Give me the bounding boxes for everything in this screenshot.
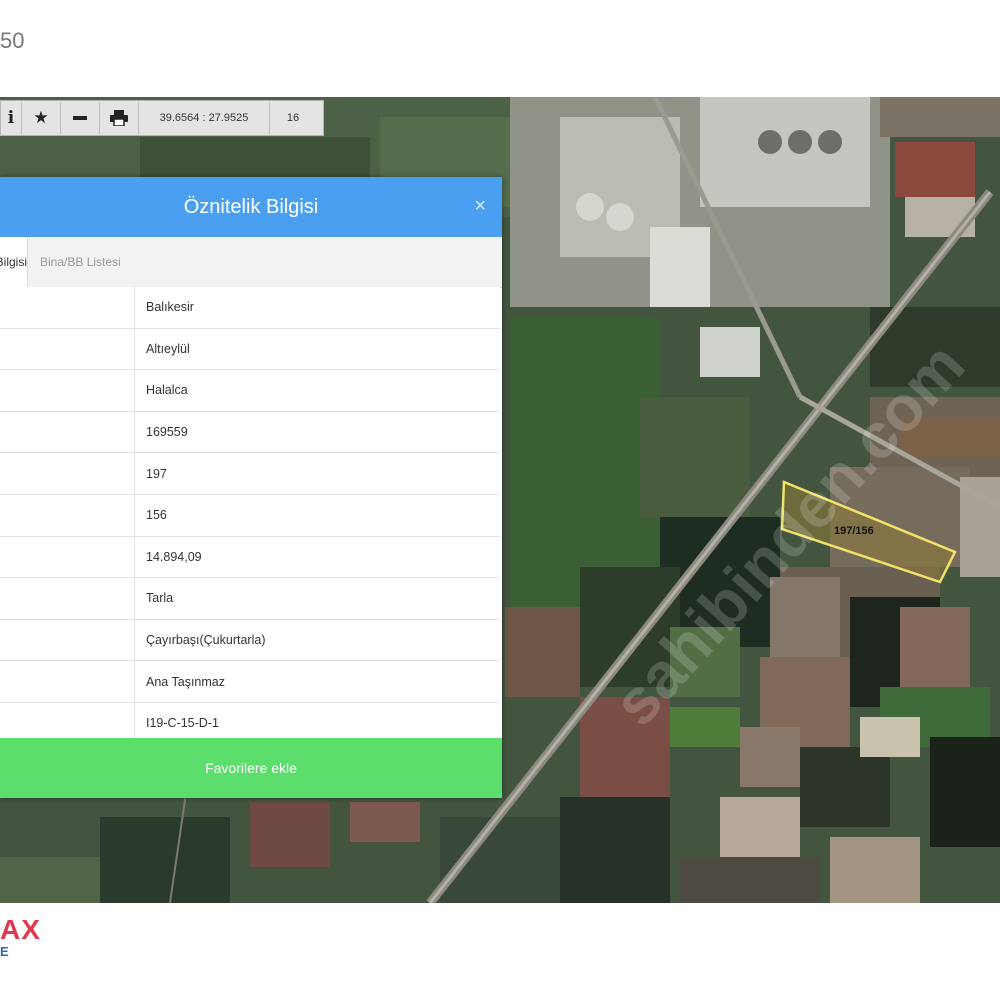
row-value: Çayırbaşı(Çukurtarla): [146, 633, 266, 648]
panel-title: Öznitelik Bilgisi: [183, 195, 319, 218]
close-icon[interactable]: ×: [474, 195, 486, 218]
zoom-level: 16: [286, 112, 300, 124]
table-row: 169559: [0, 411, 500, 454]
table-row: 156: [0, 494, 500, 537]
table-row: Tarla: [0, 578, 500, 620]
row-value: Tarla: [146, 591, 174, 606]
tab-building-list[interactable]: Bina/BB Listesi: [40, 237, 121, 287]
table-row: 197: [0, 453, 500, 495]
coordinates-readout: 39.6564 : 27.9525: [139, 102, 270, 134]
row-value: 156: [146, 508, 167, 523]
add-to-favorites-button[interactable]: Favorilere ekle: [0, 738, 502, 798]
panel-header: Öznitelik Bilgisi ×: [0, 177, 502, 237]
row-value: 14.894,09: [146, 549, 202, 564]
attribute-table: Balıkesir Altıeylül Halalca 169559 197 1…: [0, 287, 500, 745]
row-value: Altıeylül: [146, 341, 190, 356]
table-row: Balıkesir: [0, 287, 500, 329]
table-row: Halalca: [0, 370, 500, 412]
attribute-info-panel: Öznitelik Bilgisi × Bilgisi Bina/BB List…: [0, 177, 502, 798]
row-value: Halalca: [146, 383, 188, 398]
row-value: Balıkesir: [146, 300, 194, 315]
row-value: 197: [146, 466, 167, 481]
tab-info[interactable]: Bilgisi: [0, 237, 28, 287]
info-button[interactable]: i: [1, 102, 22, 134]
map-toolbar: i ★ 39.6564 : 27.9525 16: [0, 100, 324, 136]
row-value: Ana Taşınmaz: [146, 674, 225, 689]
panel-tabs: Bilgisi Bina/BB Listesi: [0, 237, 502, 288]
row-value: 169559: [146, 425, 188, 440]
brand-logo-sub: E: [0, 944, 9, 959]
table-row: Altıeylül: [0, 328, 500, 371]
brand-logo: AX: [0, 914, 41, 945]
print-button[interactable]: [100, 102, 139, 134]
table-row: Ana Taşınmaz: [0, 661, 500, 703]
top-number: 50: [0, 28, 25, 53]
minus-icon: [73, 116, 87, 120]
table-row: Çayırbaşı(Çukurtarla): [0, 619, 500, 662]
info-icon: i: [7, 108, 15, 128]
parcel-label: 197/156: [834, 525, 874, 537]
table-row: 14.894,09: [0, 536, 500, 579]
favorite-star-button[interactable]: ★: [22, 102, 61, 134]
measure-button[interactable]: [61, 102, 100, 134]
star-icon: ★: [33, 108, 49, 127]
printer-icon: [110, 110, 128, 126]
